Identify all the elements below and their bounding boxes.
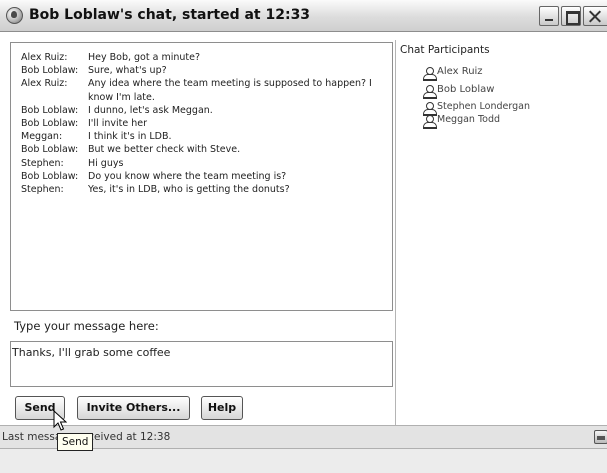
participant-item[interactable]: Alex Ruiz [423, 66, 530, 83]
participant-item[interactable]: Meggan Todd [423, 114, 530, 129]
message-text: Any idea where the team meeting is suppo… [88, 78, 372, 103]
message-text: I'll invite her [88, 118, 147, 130]
bottom-strip [0, 449, 607, 473]
message-input[interactable]: Thanks, I'll grab some coffee [10, 341, 393, 387]
chat-app-icon [6, 7, 23, 24]
minimize-button[interactable] [539, 6, 559, 26]
participant-name: Bob Loblaw [437, 84, 495, 95]
participant-name: Meggan Todd [437, 114, 501, 125]
message-text: But we better check with Steve. [88, 144, 241, 156]
chat-message: Bob Loblaw: I'll invite her [21, 117, 392, 130]
message-speaker: Bob Loblaw: [21, 118, 79, 130]
participant-name: Stephen Londergan [437, 101, 530, 112]
message-text: I think it's in LDB. [88, 131, 172, 143]
invite-others-button[interactable]: Invite Others... [77, 396, 190, 420]
chat-message: Bob Loblaw: Do you know where the team me… [21, 170, 392, 183]
message-text: Hi guys [88, 157, 124, 169]
participants-panel: Chat Participants Alex Ruiz Bob Loblaw Ste… [395, 40, 607, 425]
participant-item[interactable]: Bob Loblaw [423, 84, 530, 101]
chat-message: Alex Ruiz: Hey Bob, got a minute? [21, 51, 392, 64]
participants-list: Alex Ruiz Bob Loblaw Stephen Londergan Megg… [423, 66, 530, 129]
chat-message: Meggan: I think it's in LDB. [21, 130, 392, 143]
mouse-cursor-icon [53, 410, 67, 431]
message-speaker: Alex Ruiz: [21, 78, 68, 90]
message-speaker: Bob Loblaw: [21, 104, 79, 116]
send-tooltip: Send [57, 433, 94, 451]
chat-message: Bob Loblaw: But we better check with Stev… [21, 143, 392, 156]
chat-message: Bob Loblaw: I dunno, let's ask Meggan. [21, 104, 392, 117]
chat-transcript[interactable]: Alex Ruiz: Hey Bob, got a minute? Bob Lobl… [10, 42, 393, 311]
message-speaker: Bob Loblaw: [21, 170, 79, 182]
compose-label: Type your message here: [14, 319, 159, 333]
message-text: Hey Bob, got a minute? [88, 52, 201, 63]
close-button[interactable] [583, 6, 607, 26]
chat-message: Bob Loblaw: Sure, what's up? [21, 64, 392, 77]
participant-name: Alex Ruiz [437, 66, 483, 77]
message-speaker: Alex Ruiz: [21, 52, 68, 63]
participants-heading: Chat Participants [400, 44, 490, 56]
participant-item[interactable]: Stephen Londergan [423, 101, 530, 116]
window-title: Bob Loblaw's chat, started at 12:33 [29, 7, 311, 23]
chat-message: Stephen: Yes, it's in LDB, who is getting… [21, 183, 392, 196]
chat-message: Stephen: Hi guys [21, 157, 392, 170]
message-speaker: Bob Loblaw: [21, 144, 79, 156]
chat-message: Alex Ruiz: Any idea where the team meetin… [21, 77, 392, 103]
message-speaker: Stephen: [21, 184, 64, 196]
message-speaker: Meggan: [21, 131, 63, 143]
person-icon [423, 67, 437, 81]
minimize-icon[interactable] [594, 430, 607, 444]
message-text: Sure, what's up? [88, 65, 167, 77]
person-icon [423, 85, 437, 99]
maximize-button[interactable] [561, 6, 581, 26]
message-speaker: Stephen: [21, 157, 64, 169]
message-text: Do you know where the team meeting is? [88, 170, 287, 182]
message-text: Yes, it's in LDB, who is getting the don… [88, 184, 290, 196]
person-icon [423, 115, 437, 129]
message-text: I dunno, let's ask Meggan. [88, 104, 213, 116]
title-bar[interactable]: Bob Loblaw's chat, started at 12:33 [0, 0, 607, 32]
person-icon [423, 102, 437, 116]
message-speaker: Bob Loblaw: [21, 65, 79, 77]
help-button[interactable]: Help [201, 396, 243, 420]
